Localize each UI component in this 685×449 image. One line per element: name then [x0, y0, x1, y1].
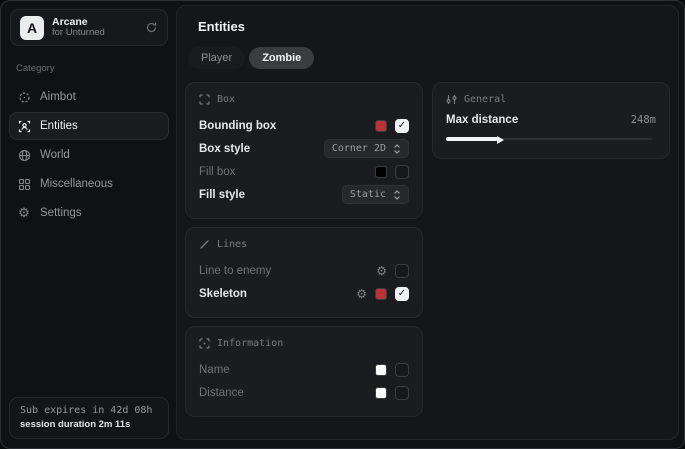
left-column: Box Bounding box ✓ Box style: [185, 82, 423, 417]
info-scan-icon: [199, 338, 210, 349]
color-swatch[interactable]: [375, 288, 387, 300]
tab-player[interactable]: Player: [188, 47, 245, 69]
chevron-updown-icon: [393, 144, 401, 154]
app-logo: A: [20, 16, 44, 40]
brand-text: Arcane for Unturned: [52, 16, 137, 39]
card-title: General: [464, 94, 506, 105]
lines-card-header: Lines: [199, 239, 409, 250]
box-style-dropdown[interactable]: Corner 2D: [324, 139, 409, 158]
line-icon: [199, 239, 210, 250]
gear-icon[interactable]: ⚙: [356, 288, 367, 300]
card-title: Lines: [217, 239, 247, 250]
slider-row: Max distance 248m: [446, 114, 656, 126]
app-window: A Arcane for Unturned Category Aimbot: [0, 0, 685, 449]
box-card-header: Box: [199, 94, 409, 105]
setting-label: Box style: [199, 143, 250, 155]
page-title: Entities: [198, 19, 670, 34]
sidebar-item-settings[interactable]: ⚙ Settings: [9, 199, 169, 227]
checkbox[interactable]: [395, 165, 409, 179]
setting-label: Fill box: [199, 166, 235, 178]
globe-icon: [17, 149, 31, 162]
information-card-header: Information: [199, 338, 409, 349]
color-swatch[interactable]: [375, 120, 387, 132]
crosshair-icon: [17, 91, 31, 104]
max-distance-slider[interactable]: [446, 135, 656, 143]
checkbox[interactable]: ✓: [395, 287, 409, 301]
setting-row: Bounding box ✓: [199, 114, 409, 137]
setting-row: Fill box: [199, 160, 409, 183]
slider-label: Max distance: [446, 114, 518, 126]
setting-label: Line to enemy: [199, 265, 271, 277]
slider-thumb[interactable]: [497, 136, 504, 144]
sidebar-item-world[interactable]: World: [9, 141, 169, 169]
setting-label: Distance: [199, 387, 244, 399]
right-column: General Max distance 248m: [432, 82, 670, 159]
sidebar-item-label: World: [40, 149, 70, 161]
color-swatch[interactable]: [375, 387, 387, 399]
lines-card: Lines Line to enemy ⚙ Skeleton ⚙: [185, 227, 423, 318]
information-card: Information Name Distance: [185, 326, 423, 417]
category-label: Category: [16, 63, 176, 74]
checkbox[interactable]: [395, 363, 409, 377]
card-title: Box: [217, 94, 235, 105]
setting-label: Skeleton: [199, 288, 247, 300]
sidebar-item-miscellaneous[interactable]: Miscellaneous: [9, 170, 169, 198]
app-subtitle: for Unturned: [52, 28, 137, 39]
content-area: Box Bounding box ✓ Box style: [185, 82, 670, 417]
setting-label: Fill style: [199, 189, 245, 201]
card-title: Information: [217, 338, 283, 349]
tab-zombie[interactable]: Zombie: [249, 47, 314, 69]
sidebar-item-aimbot[interactable]: Aimbot: [9, 83, 169, 111]
setting-label: Bounding box: [199, 120, 276, 132]
brand-card: A Arcane for Unturned: [10, 9, 168, 46]
general-card: General Max distance 248m: [432, 82, 670, 159]
checkbox[interactable]: [395, 386, 409, 400]
slider-track[interactable]: [446, 138, 652, 140]
sidebar: A Arcane for Unturned Category Aimbot: [1, 1, 176, 448]
sidebar-item-label: Aimbot: [40, 91, 76, 103]
setting-row: Line to enemy ⚙: [199, 259, 409, 282]
slider-fill: [446, 137, 498, 141]
check-icon: ✓: [398, 121, 406, 131]
dropdown-value: Corner 2D: [332, 143, 386, 154]
box-card: Box Bounding box ✓ Box style: [185, 82, 423, 219]
refresh-icon[interactable]: [145, 21, 158, 34]
fill-style-dropdown[interactable]: Static: [342, 185, 409, 204]
setting-row: Skeleton ⚙ ✓: [199, 282, 409, 305]
dropdown-value: Static: [350, 189, 386, 200]
setting-row: Box style Corner 2D: [199, 137, 409, 160]
sliders-icon: [446, 94, 457, 105]
gear-icon[interactable]: ⚙: [376, 265, 387, 277]
subscription-card: Sub expires in 42d 08h session duration …: [9, 397, 169, 439]
setting-row: Distance: [199, 381, 409, 404]
sub-expiry-text: Sub expires in 42d 08h: [20, 405, 158, 416]
sidebar-item-label: Settings: [40, 207, 82, 219]
gear-icon: ⚙: [17, 207, 31, 220]
check-icon: ✓: [398, 289, 406, 299]
color-swatch[interactable]: [375, 364, 387, 376]
box-corners-icon: [199, 94, 210, 105]
slider-value: 248m: [631, 114, 656, 126]
session-duration-text: session duration 2m 11s: [20, 419, 158, 430]
setting-row: Name: [199, 358, 409, 381]
main-panel: Entities Player Zombie Box Bounding bo: [176, 5, 679, 440]
setting-row: Fill style Static: [199, 183, 409, 206]
checkbox[interactable]: ✓: [395, 119, 409, 133]
color-swatch[interactable]: [375, 166, 387, 178]
tab-bar: Player Zombie: [188, 47, 670, 69]
chevron-updown-icon: [393, 190, 401, 200]
entities-icon: [17, 120, 31, 133]
sidebar-item-label: Miscellaneous: [40, 178, 113, 190]
sidebar-item-entities[interactable]: Entities: [9, 112, 169, 140]
grid-icon: [17, 178, 31, 191]
general-card-header: General: [446, 94, 656, 105]
checkbox[interactable]: [395, 264, 409, 278]
sidebar-item-label: Entities: [40, 120, 78, 132]
setting-label: Name: [199, 364, 230, 376]
